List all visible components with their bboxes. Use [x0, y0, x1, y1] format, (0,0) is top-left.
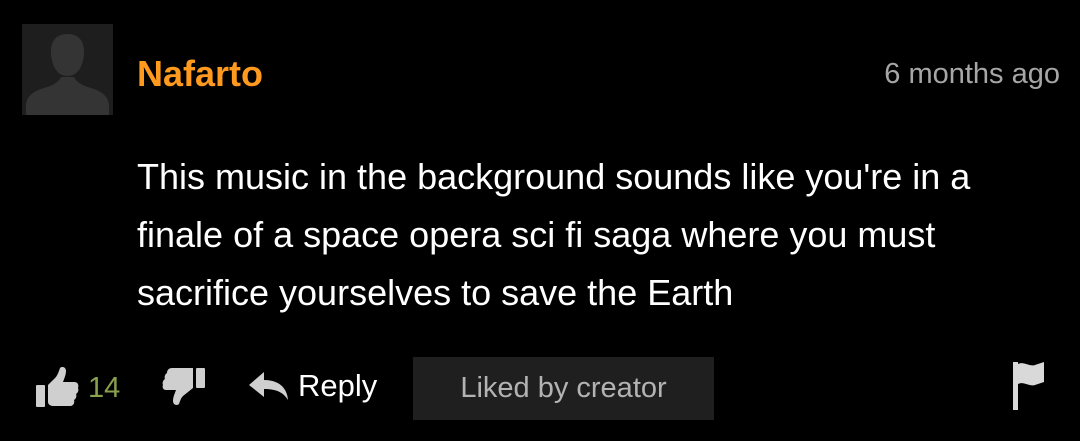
reply-label: Reply: [298, 368, 378, 403]
comment-text-line: finale of a space opera sci fi saga wher…: [137, 214, 936, 255]
flag-icon: [1013, 362, 1044, 410]
user-silhouette-icon: [22, 24, 113, 115]
thumbs-up-icon: [36, 367, 79, 407]
username[interactable]: Nafarto: [137, 52, 263, 96]
liked-by-creator-badge: Liked by creator: [413, 357, 714, 420]
timestamp: 6 months ago: [884, 58, 1060, 90]
thumbs-down-icon: [162, 368, 205, 405]
dislike-button[interactable]: [160, 365, 208, 414]
comment-text: This music in the background sounds like…: [137, 148, 1062, 322]
comment: Nafarto 6 months ago This music in the b…: [0, 0, 1080, 441]
comment-text-line: sacrifice yourselves to save the Earth: [137, 272, 734, 313]
comment-text-line: This music in the background sounds like…: [137, 156, 971, 197]
reply-button[interactable]: Reply: [246, 365, 377, 407]
like-count: 14: [88, 372, 121, 404]
reply-arrow-icon: [249, 372, 288, 400]
like-button[interactable]: 14: [34, 363, 120, 413]
avatar[interactable]: [22, 24, 113, 115]
comment-actions: 14 Reply Liked by creator: [0, 355, 1080, 421]
flag-button[interactable]: [1010, 360, 1046, 417]
